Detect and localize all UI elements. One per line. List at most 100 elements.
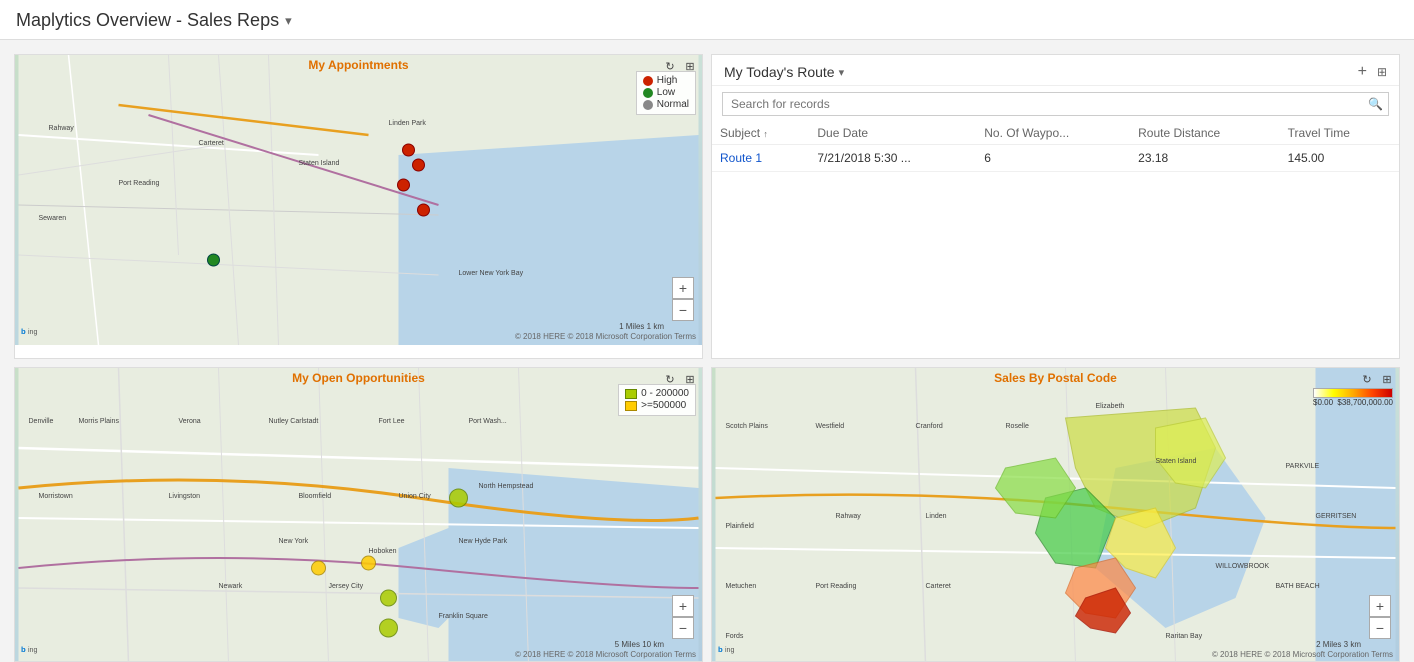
route-dropdown-icon[interactable]: ▾ <box>839 66 845 79</box>
postal-controls: ↻ ⊞ <box>1359 371 1395 387</box>
opportunities-zoom-out[interactable]: − <box>672 617 694 639</box>
route-panel: My Today's Route ▾ + ⊞ 🔍 Subject ↑ Due D… <box>711 54 1400 359</box>
route-link[interactable]: Route 1 <box>720 151 762 165</box>
opportunities-settings-btn[interactable]: ⊞ <box>682 371 698 387</box>
svg-text:Port Wash...: Port Wash... <box>469 418 507 425</box>
opportunities-zoom-in[interactable]: + <box>672 595 694 617</box>
appointments-refresh-btn[interactable]: ↻ <box>662 58 678 74</box>
route-due-date-cell: 7/21/2018 5:30 ... <box>809 145 976 172</box>
opportunities-scale: 5 Miles 10 km <box>615 640 664 649</box>
svg-text:Union City: Union City <box>399 493 432 500</box>
opportunities-zoom: + − <box>672 595 694 639</box>
appointments-zoom-in[interactable]: + <box>672 277 694 299</box>
appointments-copyright: © 2018 HERE © 2018 Microsoft Corporation… <box>515 332 696 341</box>
route-add-btn[interactable]: + <box>1354 63 1371 81</box>
opportunities-panel: Denville Morris Plains Verona Nutley Car… <box>14 367 703 662</box>
page-title: Maplytics Overview - Sales Reps <box>16 10 279 31</box>
col-subject[interactable]: Subject ↑ <box>712 122 809 145</box>
svg-text:PARKVILE: PARKVILE <box>1286 463 1320 470</box>
svg-text:Port Reading: Port Reading <box>816 583 857 590</box>
col-distance[interactable]: Route Distance <box>1130 122 1280 145</box>
svg-text:Hoboken: Hoboken <box>369 548 397 555</box>
svg-text:Bloomfield: Bloomfield <box>299 493 332 500</box>
route-title-text: My Today's Route <box>724 64 835 80</box>
postal-copyright: © 2018 HERE © 2018 Microsoft Corporation… <box>1212 650 1393 659</box>
svg-text:Linden: Linden <box>926 513 947 520</box>
svg-text:Metuchen: Metuchen <box>726 583 757 590</box>
col-waypoints[interactable]: No. Of Waypo... <box>976 122 1130 145</box>
svg-text:ing: ing <box>28 329 37 336</box>
route-header: My Today's Route ▾ + ⊞ <box>712 55 1399 86</box>
col-travel-time[interactable]: Travel Time <box>1280 122 1399 145</box>
main-content: Rahway Sewaren Port Reading Carteret Sta… <box>0 40 1414 643</box>
appointments-bing-logo: bing <box>21 324 49 341</box>
route-grid-btn[interactable]: ⊞ <box>1377 65 1387 79</box>
postal-settings-btn[interactable]: ⊞ <box>1379 371 1395 387</box>
svg-text:Livingston: Livingston <box>169 493 201 500</box>
legend-0-200000: 0 - 200000 <box>641 388 689 399</box>
svg-text:Rahway: Rahway <box>836 513 862 520</box>
route-search-input[interactable] <box>722 92 1389 116</box>
svg-text:Franklin Square: Franklin Square <box>439 613 489 620</box>
opportunities-controls: ↻ ⊞ <box>662 371 698 387</box>
appointments-map[interactable]: Rahway Sewaren Port Reading Carteret Sta… <box>15 55 702 345</box>
appointments-zoom-out[interactable]: − <box>672 299 694 321</box>
svg-text:Cranford: Cranford <box>916 423 943 430</box>
svg-text:Denville: Denville <box>29 418 54 425</box>
postal-zoom: + − <box>1369 595 1391 639</box>
svg-text:ing: ing <box>725 647 734 654</box>
svg-text:WILLOWBROOK: WILLOWBROOK <box>1216 563 1270 570</box>
route-waypoints-cell: 6 <box>976 145 1130 172</box>
svg-text:Morris Plains: Morris Plains <box>79 418 120 425</box>
appointments-controls: ↻ ⊞ <box>662 58 698 74</box>
svg-text:Staten Island: Staten Island <box>1156 458 1197 465</box>
route-subject-cell: Route 1 <box>712 145 809 172</box>
appointments-settings-btn[interactable]: ⊞ <box>682 58 698 74</box>
svg-text:Jersey City: Jersey City <box>329 583 364 590</box>
svg-text:Staten Island: Staten Island <box>299 160 340 167</box>
legend-high: High <box>657 75 678 86</box>
svg-text:New York: New York <box>279 538 309 545</box>
svg-text:ing: ing <box>28 647 37 654</box>
legend-500000: >=500000 <box>641 400 686 411</box>
svg-text:b: b <box>21 327 26 336</box>
sort-icon-subject: ↑ <box>763 129 768 139</box>
svg-text:Plainfield: Plainfield <box>726 523 755 530</box>
svg-text:Roselle: Roselle <box>1006 423 1029 430</box>
svg-text:Fords: Fords <box>726 633 744 640</box>
postal-zoom-out[interactable]: − <box>1369 617 1391 639</box>
appointments-scale: 1 Miles 1 km <box>619 322 664 331</box>
opportunities-refresh-btn[interactable]: ↻ <box>662 371 678 387</box>
col-due-date[interactable]: Due Date <box>809 122 976 145</box>
svg-text:Westfield: Westfield <box>816 423 845 430</box>
svg-text:Carteret: Carteret <box>199 140 224 147</box>
appointments-zoom: + − <box>672 277 694 321</box>
postal-scale: 2 Miles 3 km <box>1316 640 1361 649</box>
opportunities-legend: 0 - 200000 >=500000 <box>618 384 696 416</box>
svg-text:Port Reading: Port Reading <box>119 180 160 187</box>
svg-text:Morristown: Morristown <box>39 493 73 500</box>
svg-text:Fort Lee: Fort Lee <box>379 418 405 425</box>
svg-text:Newark: Newark <box>219 583 243 590</box>
postal-gradient: $0.00 $38,700,000.00 <box>1313 388 1393 407</box>
route-header-right: + ⊞ <box>1354 63 1387 81</box>
svg-text:Linden Park: Linden Park <box>389 120 427 127</box>
svg-text:Sewaren: Sewaren <box>39 215 67 222</box>
opportunities-map[interactable]: Denville Morris Plains Verona Nutley Car… <box>15 368 702 662</box>
postal-zoom-in[interactable]: + <box>1369 595 1391 617</box>
postal-map[interactable]: Scotch Plains Westfield Cranford Roselle… <box>712 368 1399 662</box>
svg-text:New Hyde Park: New Hyde Park <box>459 538 508 545</box>
header-dropdown-icon[interactable]: ▾ <box>285 13 292 29</box>
svg-text:Raritan Bay: Raritan Bay <box>1166 633 1203 640</box>
route-search-icon: 🔍 <box>1368 97 1383 111</box>
svg-text:Nutley Carlstadt: Nutley Carlstadt <box>269 418 319 425</box>
svg-text:Rahway: Rahway <box>49 125 75 132</box>
postal-refresh-btn[interactable]: ↻ <box>1359 371 1375 387</box>
table-row: Route 1 7/21/2018 5:30 ... 6 23.18 145.0… <box>712 145 1399 172</box>
svg-text:Scotch Plains: Scotch Plains <box>726 423 769 430</box>
appointments-legend: High Low Normal <box>636 71 696 115</box>
legend-low: Low <box>657 87 675 98</box>
postal-panel: Scotch Plains Westfield Cranford Roselle… <box>711 367 1400 662</box>
svg-text:b: b <box>718 645 723 654</box>
svg-text:b: b <box>21 645 26 654</box>
